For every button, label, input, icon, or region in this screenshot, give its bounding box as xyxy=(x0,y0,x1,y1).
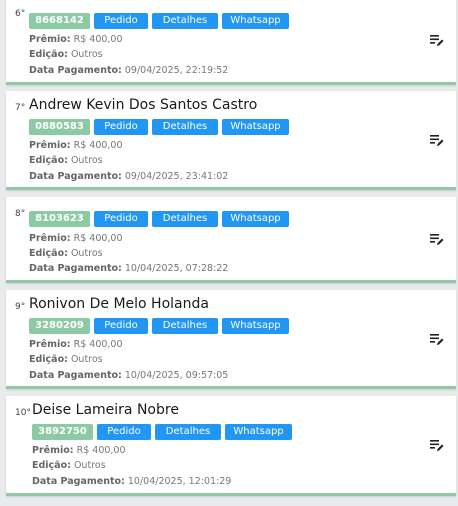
rank-label: 8° xyxy=(15,209,26,219)
edit-list-icon[interactable] xyxy=(430,333,444,346)
pedido-button[interactable]: Pedido xyxy=(94,211,148,227)
ticket-code-badge: 8103623 xyxy=(29,211,90,227)
pedido-button[interactable]: Pedido xyxy=(94,13,148,29)
payment-date-label: Data Pagamento: xyxy=(32,476,125,487)
whatsapp-button[interactable]: Whatsapp xyxy=(222,211,289,227)
edit-list-icon[interactable] xyxy=(430,134,444,147)
edition-label: Edição: xyxy=(29,248,68,259)
payment-date-line: Data Pagamento: 10/04/2025, 12:01:29 xyxy=(32,474,231,489)
pedido-button[interactable]: Pedido xyxy=(97,424,151,440)
edition-value: Outros xyxy=(73,460,106,471)
edition-value: Outros xyxy=(70,354,103,365)
payment-date-line: Data Pagamento: 10/04/2025, 07:28:22 xyxy=(29,261,228,276)
action-row: 3892750 Pedido Detalhes Whatsapp xyxy=(32,424,292,440)
payment-date-value: 09/04/2025, 23:41:02 xyxy=(124,171,229,182)
payment-date-label: Data Pagamento: xyxy=(29,171,122,182)
detalhes-button[interactable]: Detalhes xyxy=(152,211,218,227)
prize-line: Prêmio: R$ 400,00 xyxy=(29,231,123,246)
prize-label: Prêmio: xyxy=(29,34,71,45)
prize-label: Prêmio: xyxy=(32,445,74,456)
edition-value: Outros xyxy=(70,248,103,259)
prize-line: Prêmio: R$ 400,00 xyxy=(29,337,123,352)
edition-label: Edição: xyxy=(29,49,68,60)
whatsapp-button[interactable]: Whatsapp xyxy=(222,13,289,29)
pedido-button[interactable]: Pedido xyxy=(94,119,148,135)
winner-card: 9° Ronivon De Melo Holanda 3280209 Pedid… xyxy=(6,290,456,389)
prize-value: R$ 400,00 xyxy=(76,445,126,456)
edition-label: Edição: xyxy=(29,354,68,365)
prize-label: Prêmio: xyxy=(29,339,71,350)
edition-label: Edição: xyxy=(32,460,71,471)
edit-list-icon[interactable] xyxy=(430,34,444,47)
edition-line: Edição: Outros xyxy=(32,458,106,473)
prize-value: R$ 400,00 xyxy=(73,34,123,45)
winner-name: Andrew Kevin Dos Santos Castro xyxy=(29,97,258,113)
payment-date-label: Data Pagamento: xyxy=(29,370,122,381)
ticket-code-badge: 3892750 xyxy=(32,424,93,440)
payment-date-value: 10/04/2025, 12:01:29 xyxy=(127,476,232,487)
winner-card: 8° 8103623 Pedido Detalhes Whatsapp Prêm… xyxy=(6,197,456,283)
rank-label: 10° xyxy=(15,408,31,418)
prize-value: R$ 400,00 xyxy=(73,233,123,244)
whatsapp-button[interactable]: Whatsapp xyxy=(225,424,292,440)
rank-label: 6° xyxy=(15,9,26,19)
payment-date-label: Data Pagamento: xyxy=(29,65,122,76)
winner-card: 10° Deise Lameira Nobre 3892750 Pedido D… xyxy=(6,396,456,496)
prize-value: R$ 400,00 xyxy=(73,339,123,350)
winner-card: 7° Andrew Kevin Dos Santos Castro 088058… xyxy=(6,91,456,190)
edit-list-icon[interactable] xyxy=(430,233,444,246)
detalhes-button[interactable]: Detalhes xyxy=(152,13,218,29)
edition-line: Edição: Outros xyxy=(29,153,103,168)
prize-line: Prêmio: R$ 400,00 xyxy=(29,138,123,153)
payment-date-value: 10/04/2025, 07:28:22 xyxy=(124,263,229,274)
ticket-code-badge: 0880583 xyxy=(29,119,90,135)
detalhes-button[interactable]: Detalhes xyxy=(152,119,218,135)
action-row: 3280209 Pedido Detalhes Whatsapp xyxy=(29,318,289,334)
action-row: 8103623 Pedido Detalhes Whatsapp xyxy=(29,211,289,227)
rank-label: 9° xyxy=(15,302,26,312)
edition-line: Edição: Outros xyxy=(29,352,103,367)
winner-card: 6° 8668142 Pedido Detalhes Whatsapp Prêm… xyxy=(6,0,456,85)
action-row: 0880583 Pedido Detalhes Whatsapp xyxy=(29,119,289,135)
prize-line: Prêmio: R$ 400,00 xyxy=(29,32,123,47)
payment-date-line: Data Pagamento: 10/04/2025, 09:57:05 xyxy=(29,368,228,383)
prize-label: Prêmio: xyxy=(29,233,71,244)
payment-date-label: Data Pagamento: xyxy=(29,263,122,274)
payment-date-value: 09/04/2025, 22:19:52 xyxy=(124,65,229,76)
whatsapp-button[interactable]: Whatsapp xyxy=(222,119,289,135)
edition-line: Edição: Outros xyxy=(29,246,103,261)
edition-value: Outros xyxy=(70,49,103,60)
ticket-code-badge: 3280209 xyxy=(29,318,90,334)
edit-list-icon[interactable] xyxy=(430,439,444,452)
payment-date-value: 10/04/2025, 09:57:05 xyxy=(124,370,229,381)
payment-date-line: Data Pagamento: 09/04/2025, 22:19:52 xyxy=(29,63,228,78)
edition-line: Edição: Outros xyxy=(29,47,103,62)
edition-label: Edição: xyxy=(29,155,68,166)
winner-name: Deise Lameira Nobre xyxy=(32,402,179,418)
prize-line: Prêmio: R$ 400,00 xyxy=(32,443,126,458)
prize-value: R$ 400,00 xyxy=(73,140,123,151)
detalhes-button[interactable]: Detalhes xyxy=(152,318,218,334)
rank-label: 7° xyxy=(15,103,26,113)
prize-label: Prêmio: xyxy=(29,140,71,151)
payment-date-line: Data Pagamento: 09/04/2025, 23:41:02 xyxy=(29,169,228,184)
edition-value: Outros xyxy=(70,155,103,166)
detalhes-button[interactable]: Detalhes xyxy=(155,424,221,440)
pedido-button[interactable]: Pedido xyxy=(94,318,148,334)
ticket-code-badge: 8668142 xyxy=(29,13,90,29)
whatsapp-button[interactable]: Whatsapp xyxy=(222,318,289,334)
winner-name: Ronivon De Melo Holanda xyxy=(29,296,209,312)
action-row: 8668142 Pedido Detalhes Whatsapp xyxy=(29,13,289,29)
